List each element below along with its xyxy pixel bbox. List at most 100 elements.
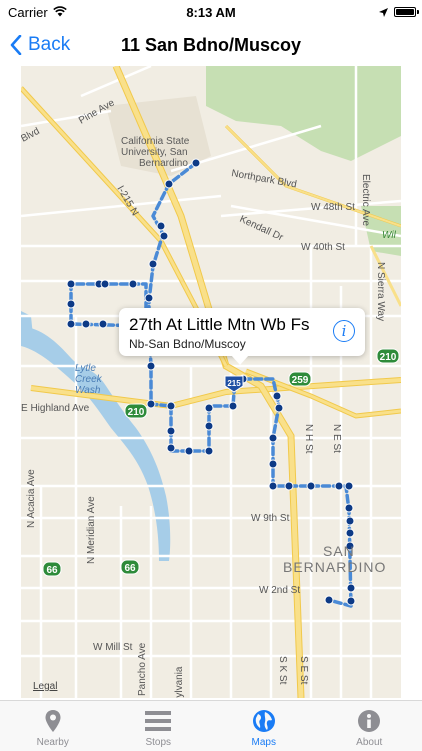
- stop-marker[interactable]: [347, 597, 355, 605]
- stop-marker[interactable]: [346, 529, 354, 537]
- map-label: N Sierra Way: [375, 262, 386, 321]
- stop-marker[interactable]: [307, 482, 315, 490]
- location-pin-icon: [44, 707, 62, 735]
- map-label: Kendall Dr: [238, 214, 286, 244]
- tab-label: Maps: [252, 737, 276, 748]
- stop-marker[interactable]: [346, 517, 354, 525]
- stop-marker[interactable]: [335, 482, 343, 490]
- tab-about[interactable]: About: [317, 701, 422, 751]
- route-map[interactable]: 210 210 259 66 66 215: [21, 66, 401, 698]
- battery-icon: [394, 7, 416, 17]
- stop-marker[interactable]: [269, 434, 277, 442]
- list-icon: [145, 707, 171, 735]
- route-66-shield-a: 66: [43, 562, 61, 576]
- map-label: N Acacia Ave: [26, 469, 37, 528]
- tab-maps[interactable]: Maps: [211, 701, 317, 751]
- map-label: S K St: [277, 656, 288, 685]
- stop-marker[interactable]: [205, 422, 213, 430]
- tab-bar: Nearby Stops Maps About: [0, 700, 422, 751]
- info-circle-icon: [357, 707, 381, 735]
- stop-marker[interactable]: [325, 596, 333, 604]
- stop-marker[interactable]: [160, 232, 168, 240]
- route-210-shield-a: 210: [125, 404, 147, 418]
- stop-callout[interactable]: 27th At Little Mtn Wb Fs Nb-San Bdno/Mus…: [119, 308, 365, 356]
- map-label: N H St: [303, 424, 314, 454]
- legal-link[interactable]: Legal: [33, 681, 57, 692]
- page-title: 11 San Bdno/Muscoy: [0, 35, 422, 56]
- map-label: N Meridian Ave: [86, 496, 97, 564]
- stop-marker[interactable]: [273, 392, 281, 400]
- map-label: Creek: [75, 374, 103, 385]
- tab-label: About: [356, 737, 382, 748]
- status-bar: Carrier 8:13 AM: [0, 0, 422, 24]
- map-label: California State: [121, 136, 190, 147]
- svg-text:66: 66: [124, 563, 136, 574]
- stop-marker[interactable]: [101, 280, 109, 288]
- stop-marker[interactable]: [147, 362, 155, 370]
- stop-marker[interactable]: [147, 400, 155, 408]
- carrier-label: Carrier: [8, 5, 48, 20]
- map-label: W 40th St: [301, 242, 345, 253]
- stop-marker[interactable]: [67, 280, 75, 288]
- stop-marker[interactable]: [269, 482, 277, 490]
- stop-marker[interactable]: [67, 300, 75, 308]
- map-label: W Mill St: [93, 642, 133, 653]
- map-label: S E St: [298, 656, 309, 685]
- stop-marker[interactable]: [129, 280, 137, 288]
- stop-marker[interactable]: [345, 482, 353, 490]
- stop-marker[interactable]: [167, 402, 175, 410]
- route-210-shield-b: 210: [377, 349, 399, 363]
- map-label: N E St: [331, 424, 342, 453]
- callout-title: 27th At Little Mtn Wb Fs: [129, 315, 309, 335]
- map-label: E Highland Ave: [21, 403, 90, 414]
- route-66-shield-b: 66: [121, 560, 139, 574]
- stop-marker[interactable]: [285, 482, 293, 490]
- map-label: University, San: [121, 147, 188, 158]
- wifi-icon: [53, 5, 67, 20]
- stop-marker[interactable]: [157, 222, 165, 230]
- svg-text:66: 66: [46, 565, 58, 576]
- route-259-shield: 259: [289, 372, 311, 386]
- map-label: Bernardino: [139, 158, 188, 169]
- svg-text:259: 259: [292, 375, 309, 386]
- stop-marker[interactable]: [82, 320, 90, 328]
- tab-nearby[interactable]: Nearby: [0, 701, 106, 751]
- svg-text:210: 210: [128, 407, 145, 418]
- stop-marker[interactable]: [167, 427, 175, 435]
- tab-label: Stops: [145, 737, 171, 748]
- stop-marker[interactable]: [99, 320, 107, 328]
- stop-marker[interactable]: [229, 402, 237, 410]
- map-label: Blvd: [21, 126, 42, 145]
- stop-marker[interactable]: [205, 447, 213, 455]
- stop-marker[interactable]: [192, 159, 200, 167]
- info-icon: i: [342, 322, 347, 340]
- map-label: Pennsylvania: [174, 666, 185, 698]
- stop-marker[interactable]: [205, 404, 213, 412]
- stop-marker[interactable]: [165, 180, 173, 188]
- location-arrow-icon: [379, 5, 388, 20]
- map-label: BERNARDINO: [283, 559, 386, 575]
- map-label: Northpark Blvd: [230, 168, 297, 190]
- tab-stops[interactable]: Stops: [106, 701, 212, 751]
- svg-text:210: 210: [380, 352, 397, 363]
- map-label: SAN: [323, 543, 355, 559]
- map-canvas[interactable]: 210 210 259 66 66 215: [21, 66, 401, 698]
- stop-marker[interactable]: [345, 504, 353, 512]
- stop-marker[interactable]: [269, 460, 277, 468]
- stop-marker[interactable]: [347, 584, 355, 592]
- map-label: W 2nd St: [259, 585, 300, 596]
- stop-marker[interactable]: [67, 320, 75, 328]
- stop-marker[interactable]: [145, 294, 153, 302]
- map-label: Electric Ave: [360, 174, 371, 226]
- map-label: Pancho Ave: [137, 642, 148, 696]
- tab-label: Nearby: [37, 737, 69, 748]
- map-label: Wil: [382, 230, 397, 241]
- map-label: Lytle: [75, 363, 96, 374]
- stop-marker[interactable]: [167, 444, 175, 452]
- stop-marker[interactable]: [149, 260, 157, 268]
- info-button[interactable]: i: [333, 320, 355, 342]
- stop-marker[interactable]: [185, 447, 193, 455]
- callout-subtitle: Nb-San Bdno/Muscoy: [129, 337, 246, 351]
- stop-marker[interactable]: [275, 404, 283, 412]
- battery-level: [396, 9, 414, 15]
